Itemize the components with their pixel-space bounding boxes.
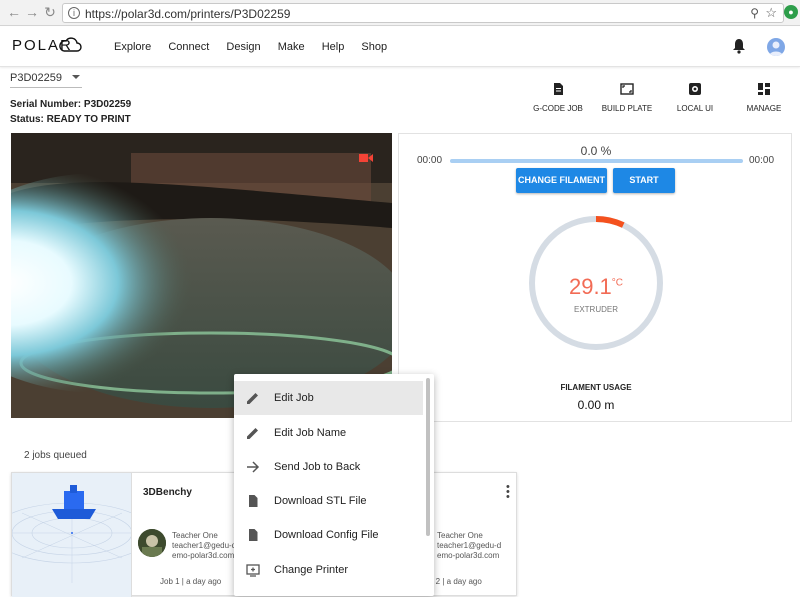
extruder-label: EXTRUDER bbox=[573, 305, 618, 314]
owner-avatar bbox=[138, 529, 166, 557]
file-icon bbox=[249, 495, 258, 507]
menu-label: Edit Job bbox=[274, 392, 314, 404]
filament-usage-value: 0.00 m bbox=[577, 398, 615, 412]
elapsed-time: 00:00 bbox=[417, 155, 443, 166]
change-filament-button[interactable]: CHANGE FILAMENT bbox=[516, 168, 607, 193]
aspect-ratio-icon bbox=[620, 83, 634, 95]
reload-icon[interactable]: ↻ bbox=[42, 4, 58, 20]
nav-help[interactable]: Help bbox=[322, 41, 345, 53]
record-video-icon[interactable] bbox=[359, 153, 373, 163]
owner-name: Teacher One bbox=[172, 531, 218, 540]
info-icon[interactable]: i bbox=[68, 7, 80, 19]
job-thumbnail bbox=[12, 473, 132, 597]
url-text[interactable]: https://polar3d.com/printers/P3D02259 bbox=[85, 7, 290, 21]
menu-download-config[interactable]: Download Config File bbox=[234, 518, 423, 552]
benchy-preview bbox=[12, 485, 131, 583]
job-context-menu: Edit Job Edit Job Name Send Job to Back … bbox=[234, 374, 434, 596]
menu-label: Change Printer bbox=[274, 564, 348, 576]
progress-percent: 0.0 % bbox=[580, 144, 612, 158]
gauge-arc bbox=[595, 216, 625, 228]
serial-number: Serial Number: P3D02259 bbox=[10, 99, 132, 110]
local-ui-button[interactable]: LOCAL UI bbox=[673, 82, 717, 113]
chip-icon bbox=[689, 83, 701, 95]
zoom-icon[interactable]: ⚲ bbox=[750, 6, 759, 20]
nav-links: Explore Connect Design Make Help Shop bbox=[114, 41, 401, 53]
job-name: 3DBenchy bbox=[143, 487, 192, 498]
print-status-panel: 0.0 % 00:00 00:00 CHANGE FILAMENT START … bbox=[398, 133, 792, 422]
forward-arrow-icon[interactable]: → bbox=[24, 4, 40, 20]
nav-shop[interactable]: Shop bbox=[361, 41, 387, 53]
menu-label: Edit Job Name bbox=[274, 427, 347, 439]
pencil-icon bbox=[247, 393, 258, 404]
printer-status: Status: READY TO PRINT bbox=[10, 114, 131, 125]
nav-explore[interactable]: Explore bbox=[114, 41, 151, 53]
nav-make[interactable]: Make bbox=[278, 41, 305, 53]
chevron-down-icon bbox=[72, 75, 80, 79]
menu-change-printer[interactable]: Change Printer bbox=[234, 553, 423, 587]
menu-scrollbar[interactable] bbox=[426, 378, 430, 536]
owner-email-cont: emo-polar3d.com bbox=[172, 551, 235, 560]
cloud-icon bbox=[59, 37, 82, 52]
job-owner: Teacher One teacher1@gedu-d emo-polar3d.… bbox=[172, 531, 236, 561]
pencil-icon bbox=[247, 428, 258, 439]
job-meta: Job 1 | a day ago bbox=[160, 577, 222, 586]
owner-photo bbox=[138, 529, 166, 557]
extruder-temp-value: 29.1 bbox=[568, 274, 612, 299]
file-icon bbox=[249, 529, 258, 541]
bell-icon[interactable] bbox=[732, 38, 746, 54]
file-icon bbox=[554, 83, 563, 95]
menu-edit-job[interactable]: Edit Job bbox=[234, 381, 423, 415]
local-ui-label: LOCAL UI bbox=[676, 104, 714, 113]
top-navigation: POLAR Explore Connect Design Make Help S… bbox=[0, 27, 800, 67]
owner-email: teacher1@gedu-d bbox=[437, 541, 502, 550]
nav-design[interactable]: Design bbox=[226, 41, 260, 53]
dashboard-icon bbox=[758, 83, 770, 95]
polar-logo[interactable]: POLAR bbox=[12, 37, 82, 54]
job-card[interactable]: 3DBenchy Teacher One teacher1@gedu-d emo… bbox=[11, 472, 264, 597]
monitor-plus-icon bbox=[246, 564, 260, 577]
menu-label: Download Config File bbox=[274, 529, 379, 541]
bookmark-star-icon[interactable]: ☆ bbox=[765, 5, 777, 21]
manage-button[interactable]: MANAGE bbox=[744, 82, 784, 113]
build-plate-button[interactable]: BUILD PLATE bbox=[600, 82, 654, 113]
owner-name: Teacher One bbox=[437, 531, 483, 540]
progress-bar bbox=[450, 159, 743, 163]
person-icon bbox=[769, 41, 783, 56]
back-arrow-icon[interactable]: ← bbox=[6, 4, 22, 20]
gcode-job-button[interactable]: G-CODE JOB bbox=[530, 82, 586, 113]
menu-edit-job-name[interactable]: Edit Job Name bbox=[234, 416, 423, 450]
menu-label: Send Job to Back bbox=[274, 461, 361, 473]
extension-icon[interactable]: ● bbox=[784, 5, 798, 19]
menu-download-stl[interactable]: Download STL File bbox=[234, 484, 423, 518]
remaining-time: 00:00 bbox=[749, 155, 775, 166]
job-meta: b 2 | a day ago bbox=[429, 577, 482, 586]
more-vert-icon[interactable]: • • • bbox=[506, 482, 510, 503]
filament-usage-label: FILAMENT USAGE bbox=[560, 383, 632, 392]
menu-send-job-to-back[interactable]: Send Job to Back bbox=[234, 450, 423, 484]
start-button[interactable]: START bbox=[613, 168, 675, 193]
job-owner: Teacher One teacher1@gedu-d emo-polar3d.… bbox=[437, 531, 501, 561]
extruder-temp: 29.1°C bbox=[399, 274, 793, 300]
arrow-right-icon bbox=[247, 461, 260, 473]
owner-email-cont: emo-polar3d.com bbox=[437, 551, 500, 560]
user-avatar[interactable] bbox=[767, 38, 785, 56]
address-bar[interactable]: i https://polar3d.com/printers/P3D02259 … bbox=[62, 3, 784, 23]
printer-select[interactable]: P3D02259 bbox=[10, 72, 82, 88]
nav-connect[interactable]: Connect bbox=[168, 41, 209, 53]
printer-select-value: P3D02259 bbox=[10, 72, 62, 84]
jobs-queued-count: 2 jobs queued bbox=[24, 450, 87, 461]
gcode-job-label: G-CODE JOB bbox=[533, 104, 583, 113]
menu-label: Download STL File bbox=[274, 495, 367, 507]
owner-email: teacher1@gedu-d bbox=[172, 541, 237, 550]
browser-toolbar: ← → ↻ i https://polar3d.com/printers/P3D… bbox=[0, 0, 800, 26]
manage-label: MANAGE bbox=[746, 104, 782, 113]
build-plate-label: BUILD PLATE bbox=[601, 104, 653, 113]
temp-unit: °C bbox=[611, 277, 624, 289]
